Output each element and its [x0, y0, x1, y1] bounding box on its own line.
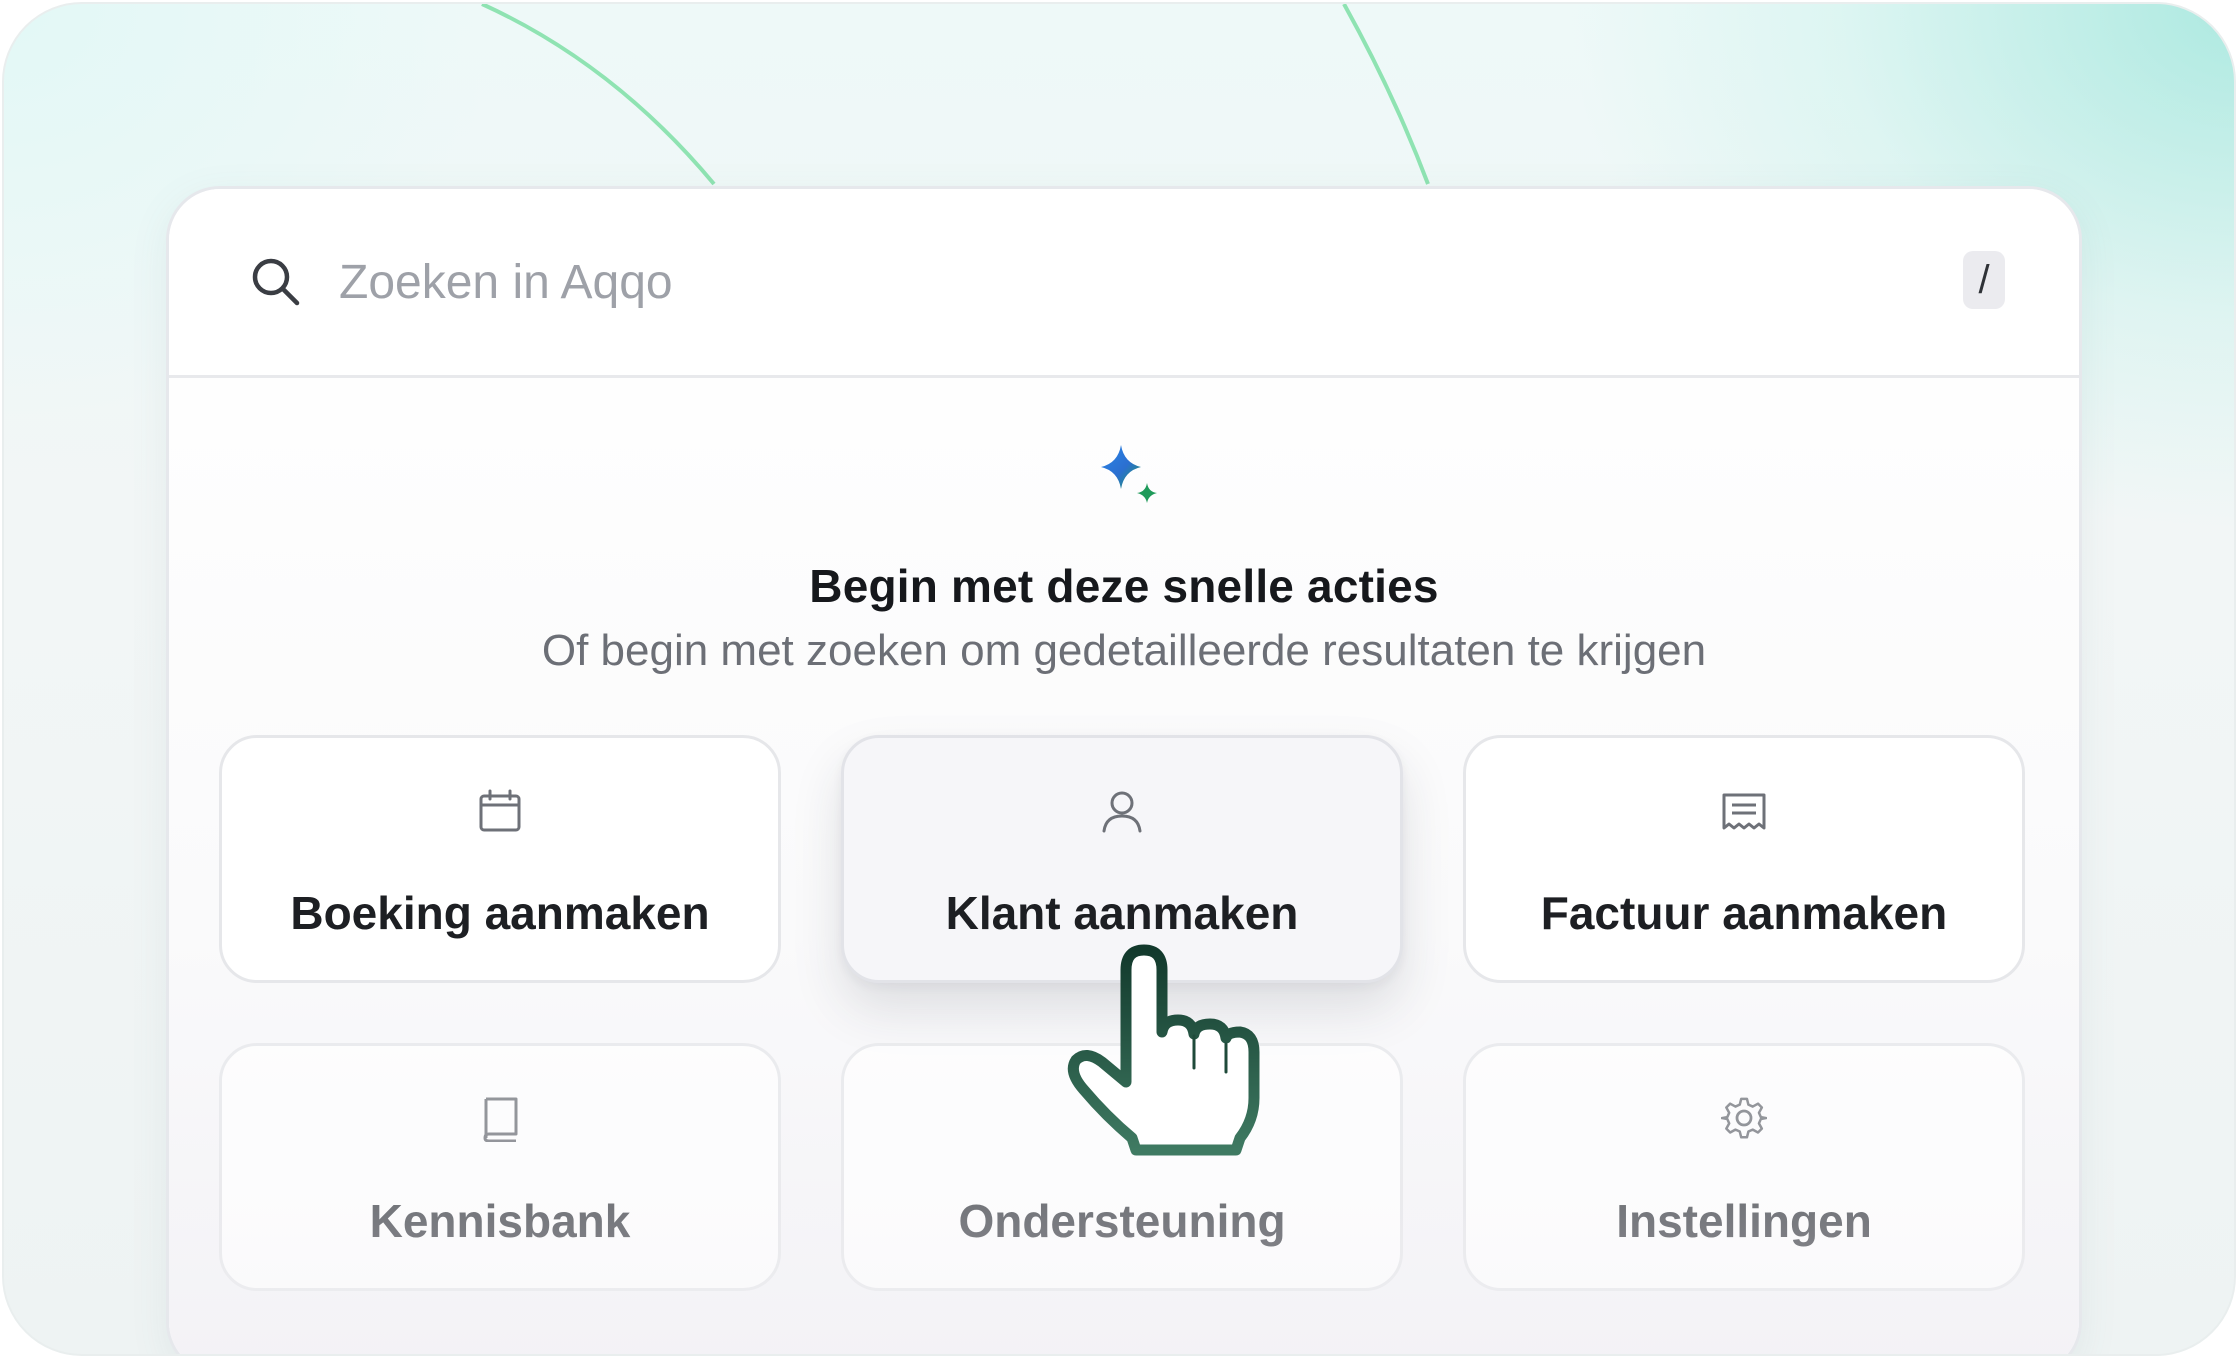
app-window: / Begin met deze snelle acties Of begin …: [2, 2, 2236, 1356]
quick-action-label: Klant aanmaken: [945, 887, 1299, 939]
search-input[interactable]: [337, 241, 1741, 323]
search-icon: [252, 258, 300, 306]
calendar-icon: [479, 789, 521, 832]
empty-state-subtitle: Of begin met zoeken om gedetailleerde re…: [541, 626, 1707, 675]
quick-action-create-invoice[interactable]: Factuur aanmaken: [1463, 735, 2025, 983]
quick-action-knowledge-base[interactable]: Kennisbank: [219, 1043, 781, 1291]
arc-right: [1342, 4, 1430, 185]
receipt-icon: [1722, 793, 1766, 830]
quick-action-label: Boeking aanmaken: [290, 887, 710, 939]
arc-left: [481, 4, 716, 186]
quick-action-create-booking[interactable]: Boeking aanmaken: [219, 735, 781, 983]
empty-state-title: Begin met deze snelle acties: [809, 560, 1439, 612]
command-palette: / Begin met deze snelle acties Of begin …: [166, 186, 2082, 1354]
gear-icon: [1721, 1097, 1767, 1139]
shortcut-key-badge: /: [1963, 251, 2005, 309]
search-bar: /: [169, 189, 2079, 378]
quick-action-label: Factuur aanmaken: [1540, 887, 1948, 939]
user-icon: [1102, 791, 1142, 833]
quick-action-label: Instellingen: [1616, 1195, 1872, 1247]
quick-action-label: Ondersteuning: [958, 1195, 1286, 1247]
sparkle-icon: [1101, 445, 1157, 503]
quick-action-label: Kennisbank: [369, 1195, 631, 1247]
book-icon: [483, 1097, 518, 1142]
hand-pointer-cursor-icon: [1067, 944, 1260, 1156]
quick-action-settings[interactable]: Instellingen: [1463, 1043, 2025, 1291]
